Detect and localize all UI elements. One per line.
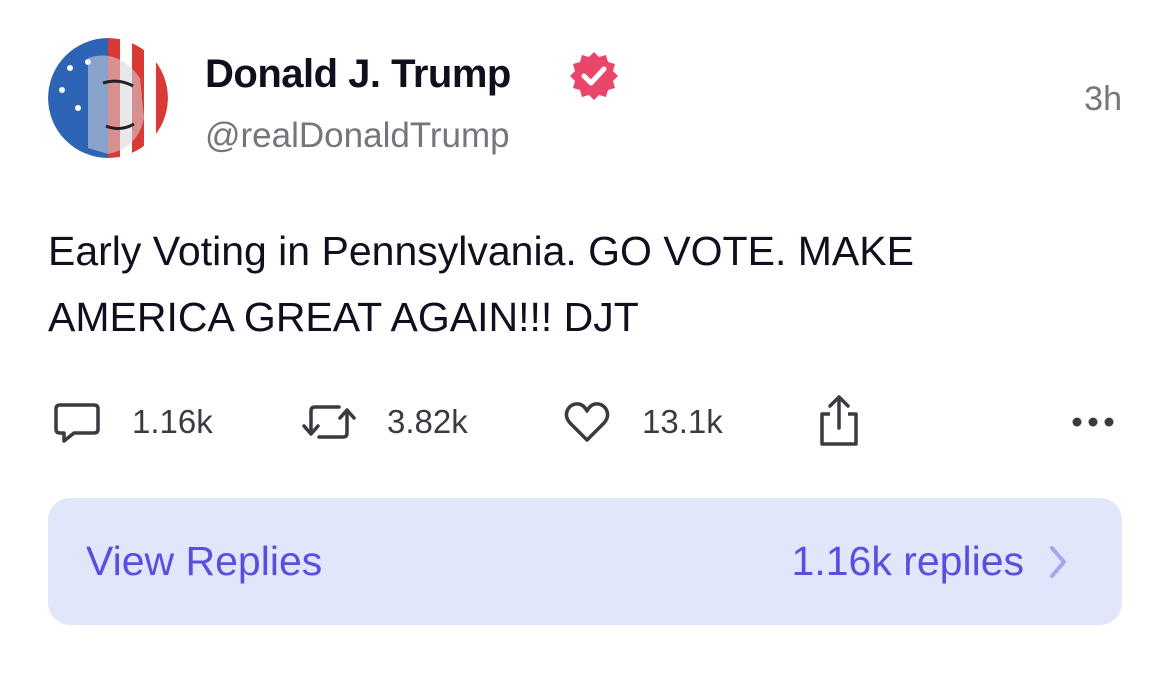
reply-count: 1.16k: [132, 403, 213, 440]
like-button[interactable]: 13.1k: [562, 392, 723, 452]
post-timestamp: 3h: [1084, 80, 1122, 118]
author-name[interactable]: Donald J. Trump: [205, 52, 511, 97]
view-replies-button[interactable]: View Replies 1.16k replies: [48, 498, 1122, 625]
retruth-button[interactable]: 3.82k: [301, 392, 468, 452]
post-text: Early Voting in Pennsylvania. GO VOTE. M…: [48, 218, 1108, 350]
speech-bubble-icon: [54, 403, 100, 443]
avatar[interactable]: [48, 38, 168, 158]
heart-icon: [564, 402, 610, 442]
like-count: 13.1k: [642, 403, 723, 440]
reply-button[interactable]: 1.16k: [52, 392, 213, 452]
post-text-line: Early Voting in Pennsylvania. GO VOTE. M…: [48, 228, 914, 274]
view-replies-label: View Replies: [86, 538, 323, 584]
share-upload-icon: [820, 395, 858, 446]
verified-badge-icon: [568, 50, 620, 102]
ellipsis-icon: [1072, 417, 1114, 427]
more-options-button[interactable]: [1070, 392, 1116, 452]
retruth-count: 3.82k: [387, 403, 468, 440]
replies-count-label: 1.16k replies: [791, 538, 1024, 584]
share-button[interactable]: [816, 392, 862, 452]
post-actions: 1.16k 3.82k 13.1k: [48, 392, 1122, 452]
author-handle[interactable]: @realDonaldTrump: [205, 116, 510, 156]
post-text-line: AMERICA GREAT AGAIN!!! DJT: [48, 294, 639, 340]
repost-arrows-icon: [302, 405, 356, 439]
chevron-right-icon: [1050, 546, 1066, 578]
